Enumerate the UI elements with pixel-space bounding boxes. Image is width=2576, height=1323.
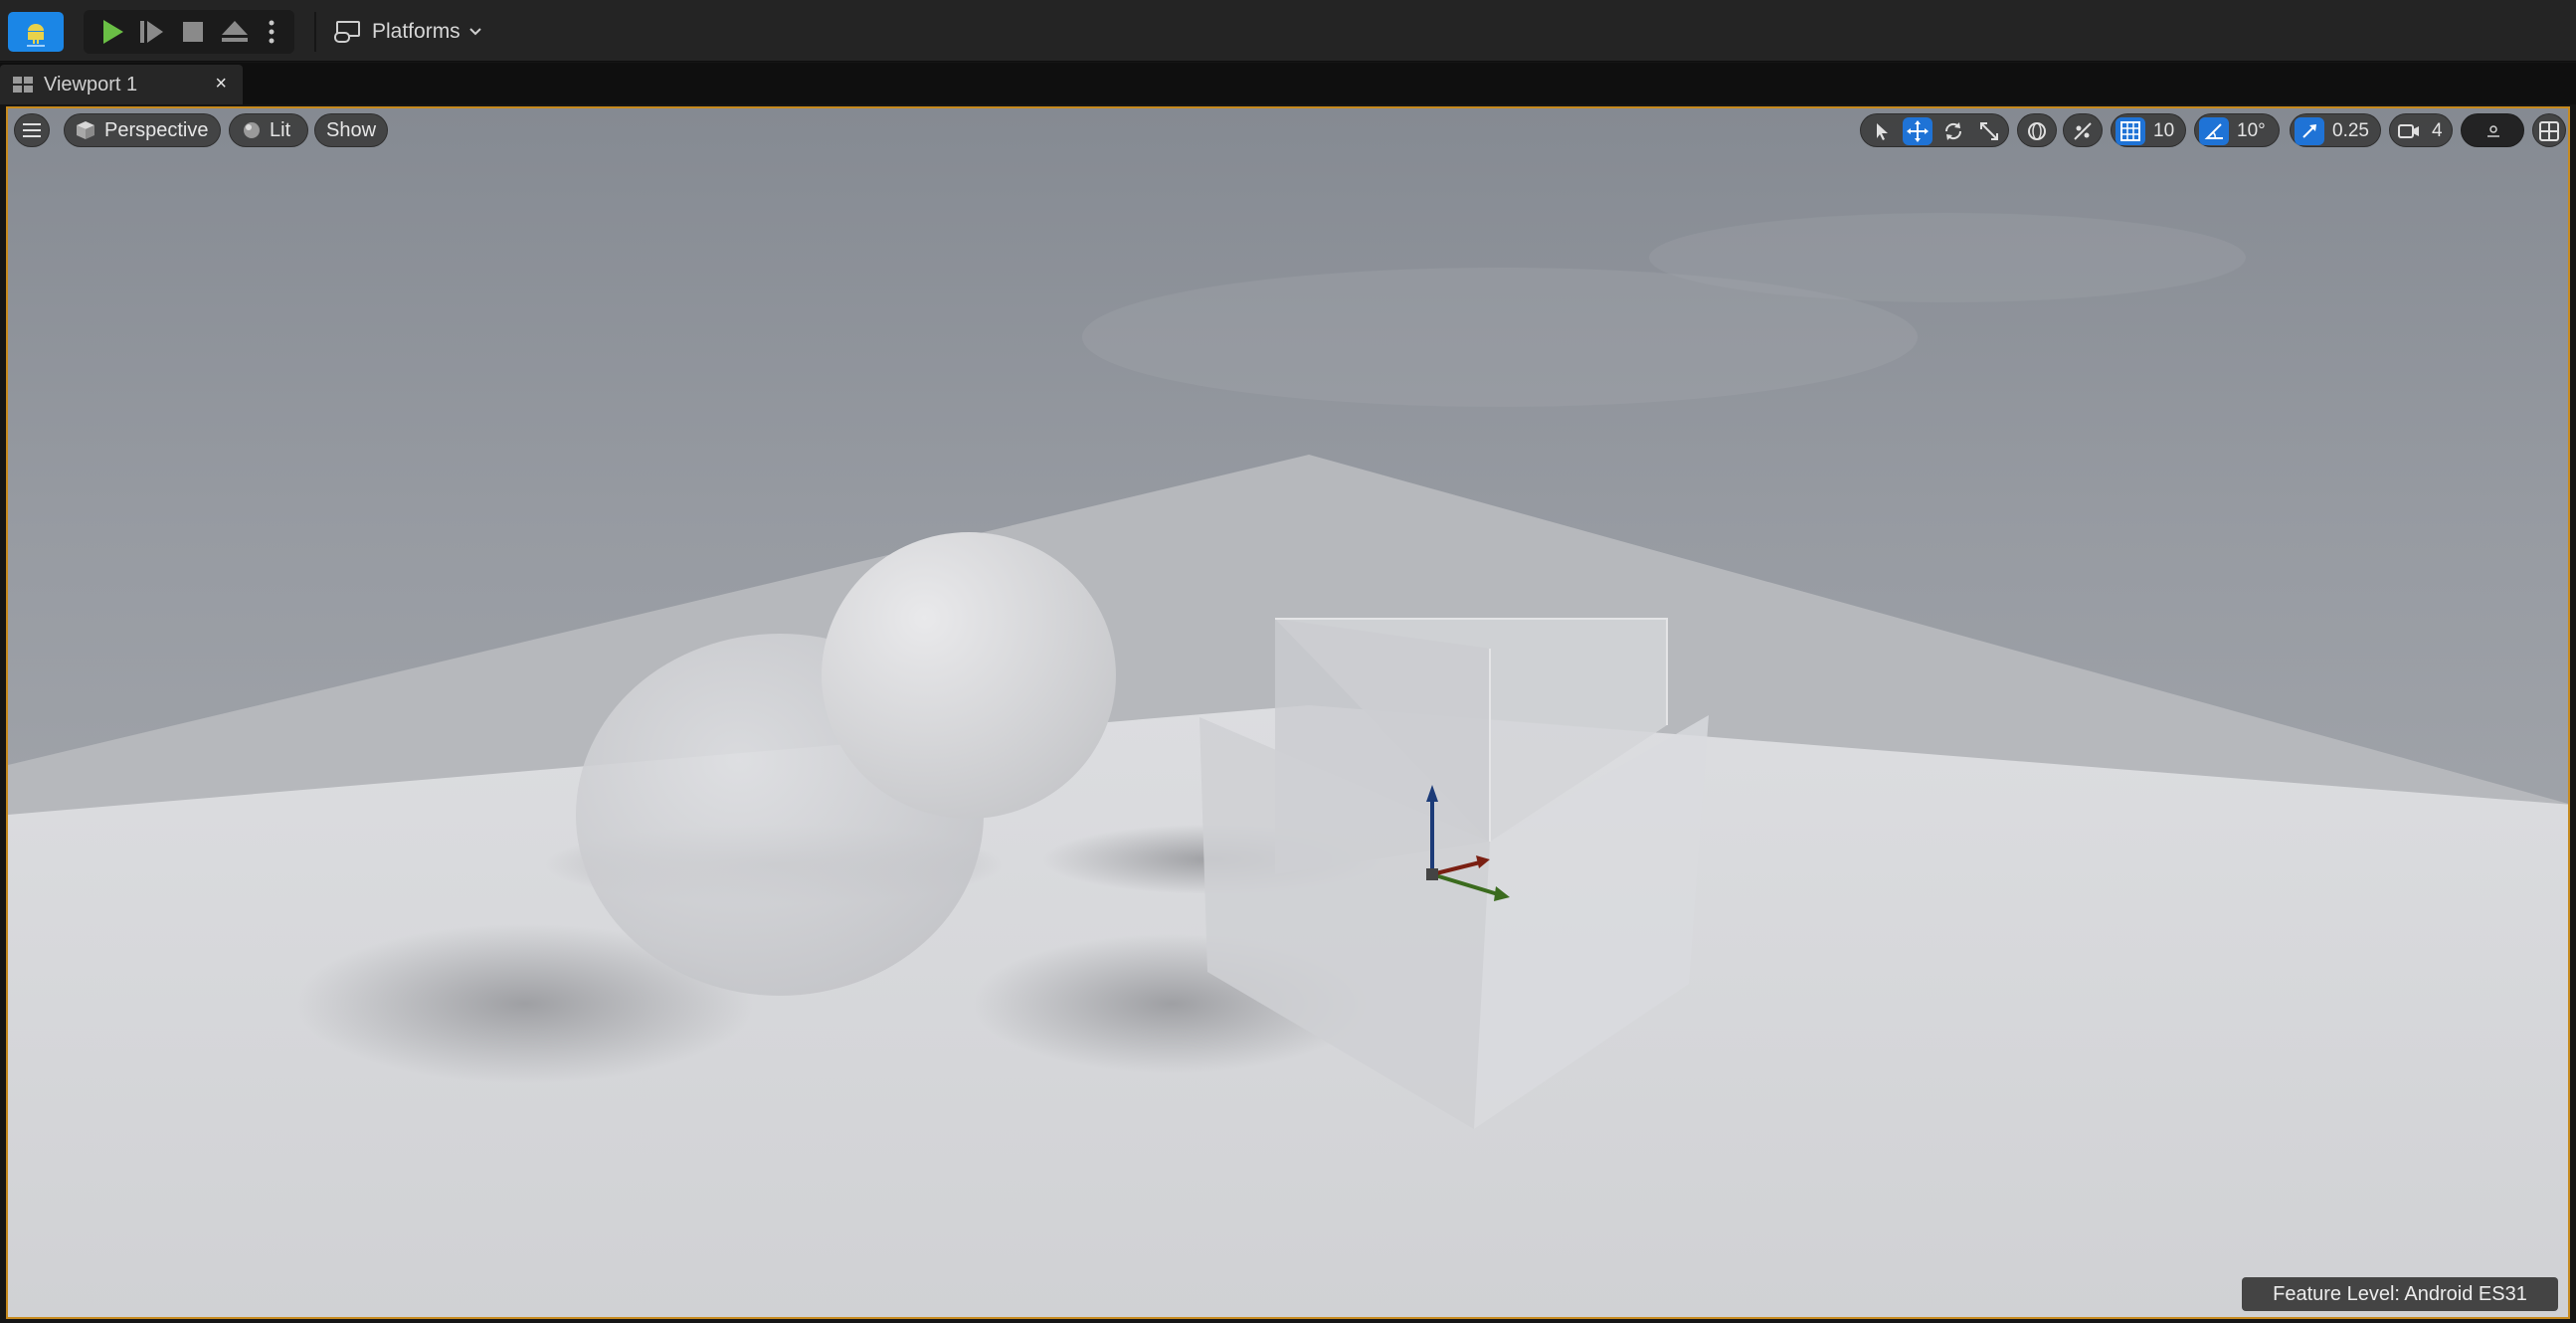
select-tool-button[interactable]	[1867, 117, 1897, 145]
chevron-down-icon	[468, 28, 481, 36]
grid-snap-toggle[interactable]	[2116, 117, 2145, 145]
scale-snap-icon	[2302, 124, 2316, 138]
layout-group	[2532, 113, 2566, 147]
rotation-snap-value[interactable]: 10°	[2237, 120, 2266, 142]
coordinate-space-group	[2017, 113, 2057, 147]
camera-speed-value: 4	[2432, 120, 2443, 141]
platforms-icon	[334, 21, 360, 43]
rotate-icon	[1944, 122, 1962, 140]
toolbar-divider	[314, 12, 316, 52]
perspective-button[interactable]: Perspective	[64, 113, 221, 147]
clouds	[1649, 213, 2246, 302]
platforms-label: Platforms	[372, 20, 460, 43]
cube-view-icon	[77, 121, 94, 139]
translate-tool-button[interactable]	[1903, 117, 1932, 145]
lit-label: Lit	[270, 118, 291, 141]
tab-label: Viewport 1	[44, 73, 138, 95]
transform-tools-group	[1860, 113, 2009, 147]
tab-viewport-1[interactable]: Viewport 1 ×	[0, 65, 243, 104]
tab-bar: Viewport 1 ×	[0, 63, 2576, 104]
close-icon[interactable]: ×	[215, 73, 227, 95]
play-button[interactable]	[93, 16, 129, 48]
cursor-arrow-icon	[1877, 123, 1888, 140]
viewport-right-toolbar: 10 10° 0.25 4	[1860, 113, 2566, 147]
camera-icon	[2398, 124, 2419, 138]
stop-button[interactable]	[175, 16, 211, 48]
main-toolbar: Platforms	[0, 0, 2576, 62]
camera-speed-button[interactable]	[2394, 117, 2424, 145]
viewport-tab-icon	[13, 77, 33, 93]
grid-snap-group: 10	[2111, 113, 2186, 147]
perspective-label: Perspective	[104, 118, 209, 141]
lit-sphere-icon	[244, 122, 260, 138]
show-label: Show	[325, 118, 377, 141]
play-icon	[103, 20, 123, 44]
small-sphere	[822, 532, 1116, 819]
rotation-snap-toggle[interactable]	[2199, 117, 2229, 145]
level-viewport[interactable]: Perspective Lit Show 10 10° 0.25 4 Featu…	[6, 106, 2570, 1319]
play-controls	[84, 10, 294, 54]
world-space-icon	[2028, 122, 2046, 140]
surface-snap-group	[2063, 113, 2103, 147]
rotate-tool-button[interactable]	[1938, 117, 1968, 145]
eject-icon	[222, 21, 248, 42]
android-mode-icon	[27, 24, 45, 47]
world-space-button[interactable]	[2022, 117, 2052, 145]
grid-icon	[2120, 121, 2140, 141]
play-options-button[interactable]	[259, 16, 284, 48]
stop-icon	[183, 22, 203, 42]
person-icon	[2487, 125, 2499, 137]
viewport-options-button[interactable]	[2479, 117, 2508, 145]
move-arrows-icon	[1907, 120, 1929, 142]
scale-tool-button[interactable]	[1974, 117, 2004, 145]
hamburger-icon	[23, 123, 41, 137]
viewport-layout-button[interactable]	[2534, 117, 2564, 145]
scale-snap-value[interactable]: 0.25	[2332, 120, 2369, 142]
advance-frame-button[interactable]	[133, 16, 169, 48]
layout-grid-icon	[2539, 121, 2559, 141]
viewport-menu-button[interactable]	[14, 113, 50, 147]
surface-snap-icon	[2074, 122, 2092, 140]
camera-speed-group[interactable]: 4	[2389, 113, 2453, 147]
vertical-dots-icon	[269, 20, 275, 44]
scale-icon	[1980, 122, 1998, 140]
angle-icon	[2204, 123, 2223, 139]
lit-view-mode-button[interactable]: Lit	[229, 113, 308, 147]
scale-snap-group: 0.25	[2290, 113, 2381, 147]
advance-frame-icon	[140, 21, 163, 43]
viewport-options-group	[2461, 113, 2524, 147]
feature-level-indicator: Feature Level: Android ES31	[2242, 1277, 2558, 1311]
grid-snap-value[interactable]: 10	[2153, 120, 2174, 142]
surface-snapping-button[interactable]	[2068, 117, 2098, 145]
eject-button[interactable]	[217, 16, 253, 48]
mode-button[interactable]	[8, 12, 64, 52]
scale-snap-toggle[interactable]	[2295, 117, 2324, 145]
scene-render	[8, 108, 2568, 1317]
platforms-dropdown[interactable]: Platforms	[334, 13, 493, 51]
rotation-snap-group: 10°	[2194, 113, 2280, 147]
show-flags-button[interactable]: Show	[314, 113, 388, 147]
